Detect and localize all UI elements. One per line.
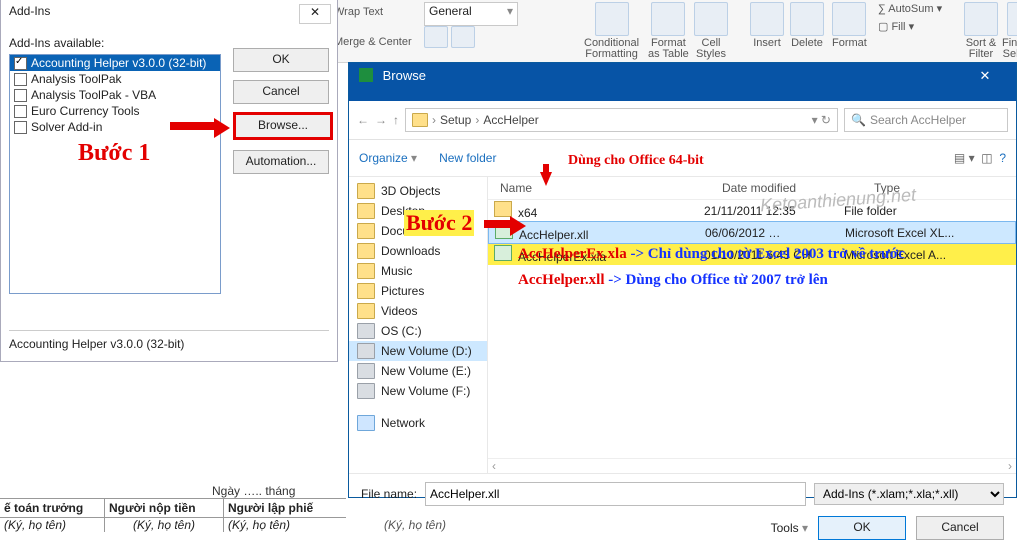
automation-button[interactable]: Automation... [233, 150, 329, 174]
folder-icon [412, 113, 428, 127]
bg-date: Ngày ….. tháng [212, 484, 295, 498]
arrow-icon [484, 220, 510, 228]
conditional-formatting[interactable]: Conditional Formatting [578, 2, 645, 60]
close-icon[interactable]: ✕ [964, 68, 1006, 88]
annotation-line2: AccHelper.xll -> Dùng cho Office từ 2007… [518, 272, 828, 289]
file-row[interactable]: AccHelper.xll06/06/2012 …Microsoft Excel… [488, 221, 1016, 244]
browse-title: Browse ✕ [349, 63, 1016, 101]
excel-file-icon [494, 245, 512, 261]
preview-icon[interactable]: ◫ [981, 151, 992, 165]
new-folder-button[interactable]: New folder [439, 151, 496, 165]
tree-item[interactable]: 3D Objects [349, 181, 487, 201]
back-icon[interactable]: ← [357, 113, 369, 127]
addin-item[interactable]: Analysis ToolPak - VBA [10, 87, 220, 103]
checkbox[interactable] [14, 89, 27, 102]
file-list-header: Name Date modified Type [488, 177, 1016, 200]
addins-dialog: Add-Ins ✕ Add-Ins available: Accounting … [0, 0, 338, 362]
net-icon [357, 415, 375, 431]
browse-button[interactable]: Browse... [233, 112, 333, 140]
folder-icon [357, 243, 375, 259]
tree-item[interactable]: New Volume (F:) [349, 381, 487, 401]
currency-icon[interactable] [424, 26, 448, 48]
cancel-button[interactable]: Cancel [916, 516, 1004, 540]
bg-header-row: ế toán trưởng Người nộp tiền Người lập p… [0, 498, 346, 518]
checkbox[interactable] [14, 105, 27, 118]
autosum[interactable]: ∑ AutoSum ▾ [878, 2, 942, 15]
annotation-step2: Bước 2 [404, 210, 474, 236]
up-icon[interactable]: ↑ [393, 113, 399, 127]
tree-item[interactable]: Downloads [349, 241, 487, 261]
open-ok-button[interactable]: OK [818, 516, 906, 540]
addin-item[interactable]: Accounting Helper v3.0.0 (32-bit) [10, 55, 220, 71]
excel-icon [359, 68, 373, 82]
fill[interactable]: ▢ Fill ▾ [878, 20, 914, 33]
tree-item[interactable]: New Volume (E:) [349, 361, 487, 381]
excel-ribbon: Wrap Text Merge & Center General▾ Condit… [330, 0, 1017, 63]
cancel-button[interactable]: Cancel [233, 80, 329, 104]
folder-icon [357, 283, 375, 299]
help-icon[interactable]: ? [999, 151, 1006, 165]
number-format-combo[interactable]: General▾ [424, 2, 518, 26]
bg-sig-row: (Ký, họ tên) (Ký, họ tên) (Ký, họ tên) [0, 518, 346, 532]
merge-center[interactable]: Merge & Center [334, 34, 412, 48]
cell-styles[interactable]: Cell Styles [688, 2, 734, 60]
find-select[interactable]: Find & Select [996, 2, 1017, 60]
arrow-icon [170, 122, 214, 130]
file-filter-combo[interactable]: Add-Ins (*.xlam;*.xla;*.xll) [814, 483, 1004, 505]
addin-description: Accounting Helper v3.0.0 (32-bit) [9, 330, 329, 351]
tree-item[interactable]: Videos [349, 301, 487, 321]
annotation-step1: Bước 1 [78, 140, 150, 167]
tree-item[interactable]: OS (C:) [349, 321, 487, 341]
annotation-line1: AccHelperEx.xla -> Chỉ dùng cho từ Excel… [518, 246, 905, 263]
organize-menu[interactable]: Organize ▾ [359, 151, 417, 165]
addin-item[interactable]: Analysis ToolPak [10, 71, 220, 87]
view-icon[interactable]: ▤ ▾ [954, 151, 975, 165]
drive-icon [357, 363, 375, 379]
tree-item[interactable]: Pictures [349, 281, 487, 301]
checkbox[interactable] [14, 121, 27, 134]
delete-cells[interactable]: Delete [784, 2, 830, 49]
drive-icon [357, 383, 375, 399]
folder-icon [357, 263, 375, 279]
addins-title: Add-Ins ✕ [1, 0, 337, 30]
filename-input[interactable] [425, 482, 806, 506]
format-as-table[interactable]: Format as Table [642, 2, 695, 60]
folder-icon [357, 203, 375, 219]
folder-icon [357, 223, 375, 239]
addin-item[interactable]: Euro Currency Tools [10, 103, 220, 119]
folder-icon [357, 303, 375, 319]
folder-icon [357, 183, 375, 199]
forward-icon[interactable]: → [375, 113, 387, 127]
tree-item[interactable]: New Volume (D:) [349, 341, 487, 361]
bg-sig-extra: (Ký, họ tên) [384, 518, 446, 532]
close-icon[interactable]: ✕ [299, 4, 331, 24]
percent-icon[interactable] [451, 26, 475, 48]
tools-menu[interactable]: Tools ▾ [771, 521, 808, 535]
checkbox[interactable] [14, 57, 27, 70]
wrap-text[interactable]: Wrap Text [334, 4, 383, 18]
search-input[interactable]: 🔍Search AccHelper [844, 108, 1008, 132]
ok-button[interactable]: OK [233, 48, 329, 72]
filename-label: File name: [361, 487, 417, 501]
checkbox[interactable] [14, 73, 27, 86]
file-list[interactable]: Name Date modified Type x6421/11/2011 12… [488, 177, 1016, 473]
annotation-x64: Dùng cho Office 64-bit [568, 153, 704, 169]
arrow-down-icon [540, 172, 552, 186]
tree-item[interactable]: Music [349, 261, 487, 281]
drive-icon [357, 323, 375, 339]
address-bar[interactable]: ›Setup ›AccHelper ▾ ↻ [405, 108, 838, 132]
format-cells[interactable]: Format [826, 2, 873, 49]
addins-list[interactable]: Accounting Helper v3.0.0 (32-bit)Analysi… [9, 54, 221, 294]
folder-icon [494, 201, 512, 217]
tree-item[interactable]: Network [349, 413, 487, 433]
drive-icon [357, 343, 375, 359]
file-row[interactable]: x6421/11/2011 12:35File folder [488, 200, 1016, 221]
